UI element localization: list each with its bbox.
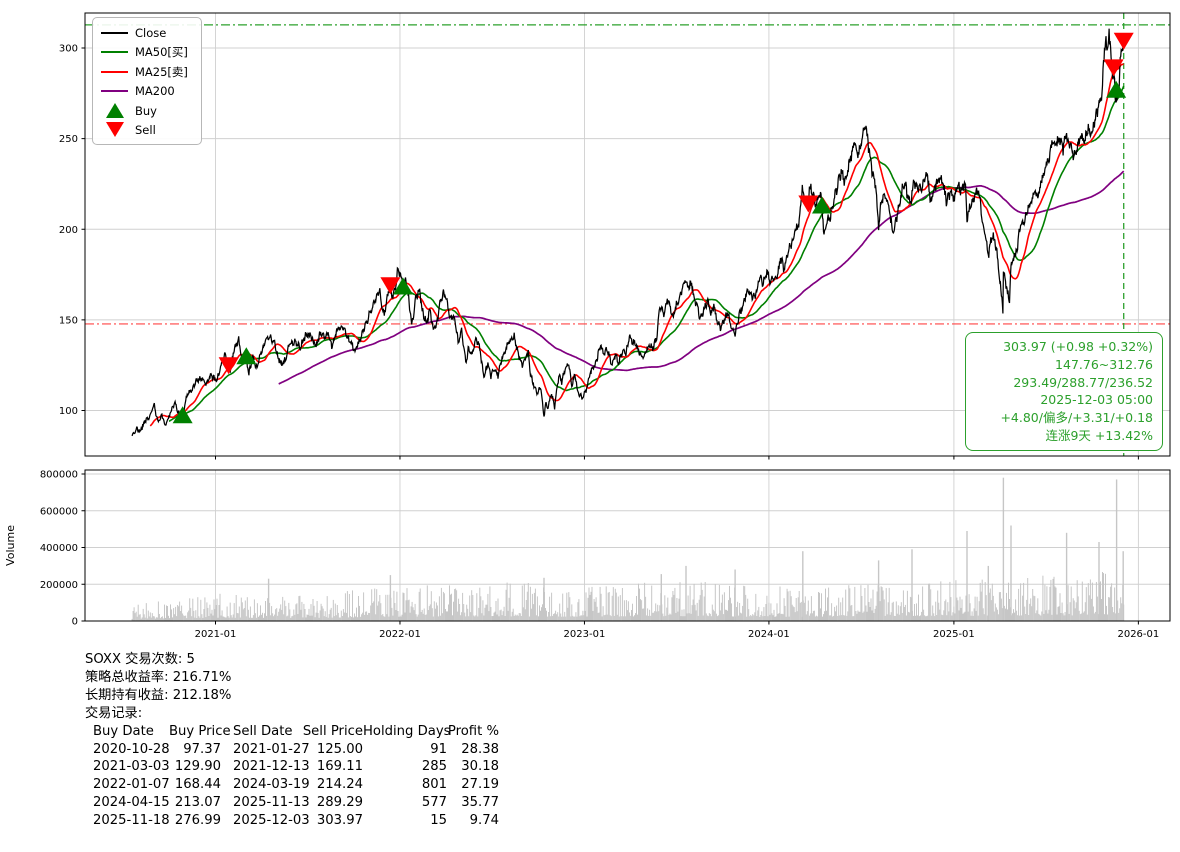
legend-label: MA25[卖]	[135, 64, 188, 80]
trades-count-line: SOXX 交易次数: 5	[85, 651, 645, 669]
strategy-summary: SOXX 交易次数: 5 策略总收益率: 216.71% 长期持有收益: 212…	[85, 651, 645, 830]
table-cell: 15	[363, 812, 447, 830]
trade-log-title: 交易记录:	[85, 705, 645, 723]
annotation-box: 303.97 (+0.98 +0.32%) 147.76~312.76 293.…	[965, 332, 1163, 451]
date-tick-label: 2025-01	[933, 629, 975, 640]
table-cell: 285	[363, 758, 447, 776]
table-cell: 35.77	[447, 794, 499, 812]
price-tick-label: 300	[59, 44, 78, 55]
line-swatch	[101, 32, 128, 34]
line-swatch	[101, 90, 128, 92]
hold-return-line: 长期持有收益: 212.18%	[85, 687, 645, 705]
table-cell: 30.18	[447, 758, 499, 776]
date-tick-label: 2023-01	[564, 629, 606, 640]
legend-label: MA50[买]	[135, 44, 188, 60]
legend-label: MA200	[135, 84, 175, 98]
table-cell: 125.00	[301, 741, 363, 759]
legend-line-swatch	[101, 90, 128, 92]
legend-line-swatch	[101, 51, 128, 53]
legend-item-close[interactable]: Close	[101, 23, 193, 43]
legend-line-swatch	[101, 32, 128, 34]
legend-label: Close	[135, 26, 166, 40]
table-cell: 2025-11-18	[85, 812, 169, 830]
table-row: 2020-10-2897.372021-01-27125.009128.38	[85, 741, 645, 759]
col-holding-days: Holding Days	[363, 723, 447, 741]
col-buy-price: Buy Price	[169, 723, 221, 741]
volume-tick-label: 400000	[40, 543, 78, 554]
table-cell: 289.29	[301, 794, 363, 812]
table-cell: 2024-03-19	[221, 776, 301, 794]
sell-marker	[1104, 59, 1124, 76]
stock-strategy-figure: 100 150 200 250 300 0 200000 400000 600000 800000…	[0, 0, 1180, 852]
volume-tick-label: 0	[72, 617, 78, 628]
annotation-streak: 连涨9天 +13.42%	[972, 427, 1153, 445]
chart-legend[interactable]: Close MA50[买] MA25[卖] MA200 Buy Sell	[92, 17, 202, 145]
table-cell: 168.44	[169, 776, 221, 794]
date-tick-label: 2021-01	[195, 629, 237, 640]
table-row: 2022-01-07168.442024-03-19214.2480127.19	[85, 776, 645, 794]
table-cell: 2025-12-03	[221, 812, 301, 830]
col-sell-date: Sell Date	[221, 723, 301, 741]
table-cell: 129.90	[169, 758, 221, 776]
table-row: 2025-11-18276.992025-12-03303.97159.74	[85, 812, 645, 830]
table-cell: 276.99	[169, 812, 221, 830]
table-cell: 2021-01-27	[221, 741, 301, 759]
annotation-bias: +4.80/偏多/+3.31/+0.18	[972, 409, 1153, 427]
price-tick-label: 150	[59, 315, 78, 326]
date-tick-label: 2024-01	[748, 629, 790, 640]
table-cell: 27.19	[447, 776, 499, 794]
table-cell: 2021-12-13	[221, 758, 301, 776]
legend-item-sell[interactable]: Sell	[101, 121, 193, 141]
trade-log-rows: 2020-10-2897.372021-01-27125.009128.3820…	[85, 741, 645, 831]
table-row: 2024-04-15213.072025-11-13289.2957735.77	[85, 794, 645, 812]
table-cell: 2020-10-28	[85, 741, 169, 759]
annotation-range: 147.76~312.76	[972, 356, 1153, 374]
date-tick-label: 2022-01	[379, 629, 421, 640]
table-cell: 2021-03-03	[85, 758, 169, 776]
legend-item-ma200[interactable]: MA200	[101, 82, 193, 102]
strategy-return-line: 策略总收益率: 216.71%	[85, 669, 645, 687]
table-cell: 28.38	[447, 741, 499, 759]
table-cell: 2025-11-13	[221, 794, 301, 812]
line-swatch	[101, 71, 128, 73]
price-tick-label: 100	[59, 406, 78, 417]
table-cell: 577	[363, 794, 447, 812]
sell-triangle-icon	[106, 122, 124, 137]
sell-marker	[1114, 33, 1134, 50]
table-row: 2021-03-03129.902021-12-13169.1128530.18	[85, 758, 645, 776]
col-buy-date: Buy Date	[85, 723, 169, 741]
date-tick-label: 2026-01	[1117, 629, 1159, 640]
table-cell: 91	[363, 741, 447, 759]
annotation-price-change: 303.97 (+0.98 +0.32%)	[972, 338, 1153, 356]
price-tick-label: 200	[59, 225, 78, 236]
table-cell: 801	[363, 776, 447, 794]
volume-axis-label: Volume	[4, 525, 17, 566]
table-cell: 2022-01-07	[85, 776, 169, 794]
legend-line-swatch	[101, 71, 128, 73]
table-cell: 303.97	[301, 812, 363, 830]
volume-bars	[132, 478, 1125, 621]
annotation-datetime: 2025-12-03 05:00	[972, 391, 1153, 409]
line-swatch	[101, 51, 128, 53]
col-sell-price: Sell Price	[301, 723, 363, 741]
legend-item-buy[interactable]: Buy	[101, 101, 193, 121]
table-cell: 169.11	[301, 758, 363, 776]
volume-tick-label: 200000	[40, 580, 78, 591]
volume-tick-label: 800000	[40, 470, 78, 481]
table-cell: 214.24	[301, 776, 363, 794]
col-profit: Profit %	[447, 723, 499, 741]
legend-label: Buy	[135, 104, 157, 118]
table-cell: 9.74	[447, 812, 499, 830]
table-cell: 213.07	[169, 794, 221, 812]
table-cell: 2024-04-15	[85, 794, 169, 812]
volume-tick-label: 600000	[40, 506, 78, 517]
legend-item-ma50[interactable]: MA50[买]	[101, 43, 193, 63]
table-cell: 97.37	[169, 741, 221, 759]
legend-label: Sell	[135, 123, 156, 137]
annotation-ma-values: 293.49/288.77/236.52	[972, 374, 1153, 392]
legend-item-ma25[interactable]: MA25[卖]	[101, 62, 193, 82]
price-tick-label: 250	[59, 134, 78, 145]
trade-log-header: Buy Date Buy Price Sell Date Sell Price …	[85, 723, 645, 741]
buy-triangle-icon	[106, 103, 124, 118]
